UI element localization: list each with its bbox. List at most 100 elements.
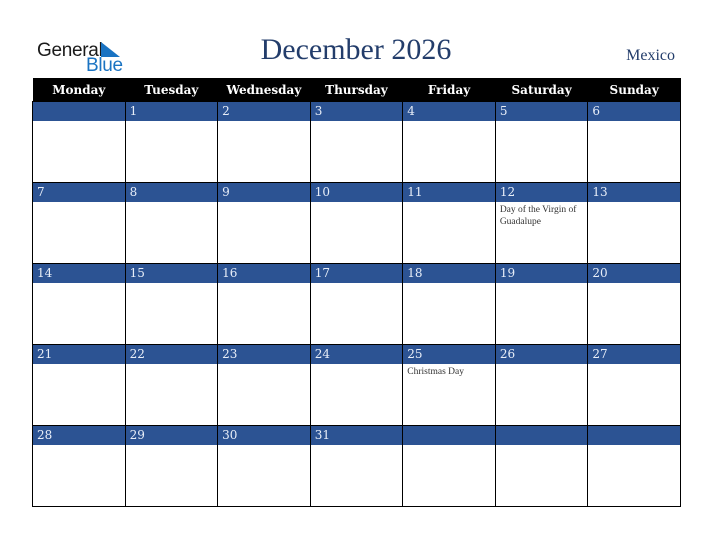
day-event (588, 121, 680, 182)
day-number: 21 (33, 344, 125, 364)
day-cell[interactable]: 9 (217, 182, 311, 263)
day-event: Christmas Day (407, 367, 464, 377)
day-cell[interactable]: 6 (587, 101, 681, 182)
day-event (33, 121, 125, 182)
day-cell[interactable]: 31 (309, 425, 404, 507)
weekday-header: Tuesday (125, 78, 218, 101)
day-number: 12 (495, 182, 588, 202)
day-cell[interactable]: 19 (494, 263, 589, 344)
day-cell[interactable]: 21 (32, 344, 126, 425)
day-cell[interactable]: 5 (494, 101, 589, 182)
day-event (218, 445, 310, 506)
day-cell[interactable]: 18 (402, 263, 496, 344)
day-event (496, 364, 588, 425)
day-number: 27 (588, 344, 680, 364)
day-cell[interactable]: 14 (32, 263, 126, 344)
day-number: 3 (310, 101, 403, 121)
day-event (126, 445, 218, 506)
day-event (218, 364, 310, 425)
day-event (496, 121, 588, 182)
day-cell[interactable]: 8 (124, 182, 219, 263)
day-cell[interactable]: 23 (217, 344, 311, 425)
day-event (126, 283, 218, 344)
day-event (33, 364, 125, 425)
day-cell[interactable]: 4 (402, 101, 496, 182)
day-cell[interactable] (587, 425, 681, 507)
day-event (311, 121, 403, 182)
day-number: 18 (403, 263, 495, 283)
day-number: 16 (218, 263, 310, 283)
day-cell[interactable]: 12 Day of the Virgin of Guadalupe (494, 182, 589, 263)
day-number: 8 (125, 182, 218, 202)
day-event (588, 364, 680, 425)
day-event (496, 283, 588, 344)
country-label: Mexico (626, 47, 675, 64)
day-event (311, 202, 403, 263)
weekday-header: Wednesday (217, 78, 311, 101)
day-event (403, 121, 495, 182)
day-cell[interactable]: 2 (217, 101, 311, 182)
day-event (403, 445, 495, 506)
day-number: 7 (33, 182, 125, 202)
calendar-grid: Monday Tuesday Wednesday Thursday Friday… (32, 78, 681, 507)
day-cell[interactable] (402, 425, 496, 507)
day-event (33, 283, 125, 344)
day-cell[interactable]: 26 (494, 344, 589, 425)
day-cell[interactable]: 17 (309, 263, 404, 344)
day-cell[interactable] (494, 425, 589, 507)
weekday-header: Sunday (587, 78, 681, 101)
day-event (496, 445, 588, 506)
day-number: 17 (310, 263, 403, 283)
day-cell[interactable]: 25 Christmas Day (402, 344, 496, 425)
day-cell[interactable]: 10 (309, 182, 404, 263)
day-cell[interactable]: 24 (309, 344, 404, 425)
day-number: 24 (310, 344, 403, 364)
day-event: Day of the Virgin of Guadalupe (499, 205, 577, 227)
day-number: 31 (310, 425, 403, 445)
weekday-header: Friday (402, 78, 496, 101)
day-number: 10 (310, 182, 403, 202)
day-event (33, 445, 125, 506)
day-number: 9 (218, 182, 310, 202)
day-cell[interactable]: 27 (587, 344, 681, 425)
day-cell[interactable] (32, 101, 126, 182)
day-cell[interactable]: 30 (217, 425, 311, 507)
day-number: 6 (588, 101, 680, 121)
week-row: 123456 (32, 101, 681, 182)
day-event (218, 283, 310, 344)
day-event (588, 202, 680, 263)
week-row: 7 8 9 10 11 12 Day of the Virgin of Guadalupe 1… (32, 182, 681, 263)
day-cell[interactable]: 13 (587, 182, 681, 263)
day-number (495, 425, 588, 445)
day-cell[interactable]: 28 (32, 425, 126, 507)
weekday-header-row: Monday Tuesday Wednesday Thursday Friday… (32, 78, 681, 101)
day-cell[interactable]: 7 (32, 182, 126, 263)
day-number: 25 (403, 344, 495, 364)
day-cell[interactable]: 15 (124, 263, 219, 344)
day-number (588, 425, 680, 445)
day-cell[interactable]: 22 (124, 344, 219, 425)
day-cell[interactable]: 20 (587, 263, 681, 344)
day-cell[interactable]: 11 (402, 182, 496, 263)
day-event (311, 283, 403, 344)
day-number: 4 (403, 101, 495, 121)
day-event (403, 202, 495, 263)
day-number: 15 (125, 263, 218, 283)
day-number: 19 (495, 263, 588, 283)
day-number (33, 101, 125, 121)
page-title: December 2026 (260, 33, 452, 66)
day-event (311, 445, 403, 506)
day-cell[interactable]: 29 (124, 425, 219, 507)
weekday-header: Saturday (495, 78, 588, 101)
day-event (33, 202, 125, 263)
day-number: 13 (588, 182, 680, 202)
day-event (311, 364, 403, 425)
day-cell[interactable]: 3 (309, 101, 404, 182)
day-cell[interactable]: 16 (217, 263, 311, 344)
day-event (126, 364, 218, 425)
day-cell[interactable]: 1 (124, 101, 219, 182)
week-row: 28 29 30 31 (32, 425, 681, 507)
day-event (126, 202, 218, 263)
day-number: 2 (218, 101, 310, 121)
day-number: 11 (403, 182, 495, 202)
